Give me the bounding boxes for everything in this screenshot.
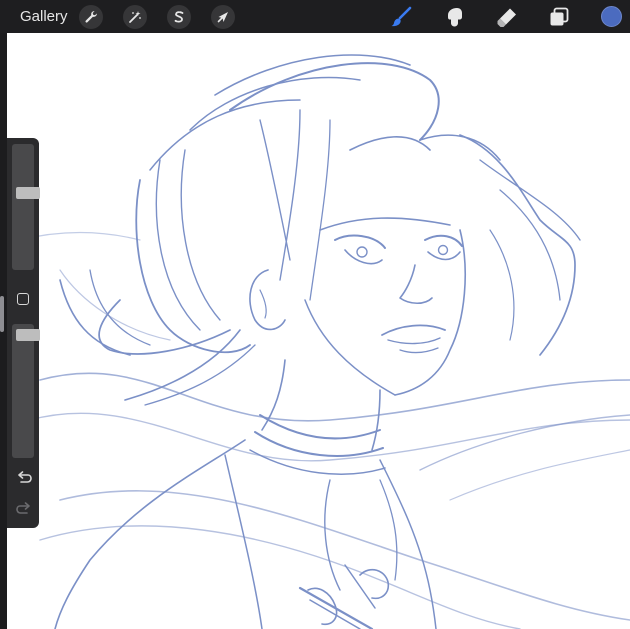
redo-arrow-icon — [16, 502, 30, 514]
drawing-canvas[interactable] — [0, 0, 630, 629]
sidebar-drag-handle[interactable] — [0, 296, 4, 332]
magic-wand-icon — [129, 11, 141, 23]
layers-button[interactable] — [547, 5, 571, 29]
gallery-button[interactable]: Gallery — [20, 7, 68, 26]
eraser-icon — [497, 8, 516, 27]
redo-button[interactable] — [16, 502, 32, 516]
wrench-icon — [85, 11, 97, 23]
square-modify-icon[interactable] — [17, 293, 29, 305]
brush-tool-button[interactable] — [389, 5, 413, 29]
eraser-tool-button[interactable] — [495, 5, 519, 29]
smudge-tool-button[interactable] — [443, 5, 467, 29]
brush-opacity-slider[interactable] — [12, 324, 40, 458]
layers-icon — [550, 7, 569, 26]
top-toolbar: Gallery — [0, 0, 630, 33]
arrow-cursor-icon — [217, 12, 228, 23]
color-picker-swatch[interactable] — [601, 6, 622, 27]
undo-arrow-icon — [18, 471, 32, 483]
brush-sidebar — [7, 138, 40, 528]
selection-button[interactable] — [167, 5, 191, 29]
sketch-artwork — [19, 54, 630, 629]
brush-icon — [391, 6, 412, 27]
smudge-icon — [448, 8, 462, 27]
brush-opacity-thumb[interactable] — [16, 329, 40, 341]
undo-button[interactable] — [16, 471, 32, 485]
selection-s-icon — [174, 11, 184, 23]
transform-button[interactable] — [211, 5, 235, 29]
brush-size-thumb[interactable] — [16, 187, 40, 199]
brush-size-slider[interactable] — [12, 144, 40, 270]
adjustments-button[interactable] — [123, 5, 147, 29]
actions-button[interactable] — [79, 5, 103, 29]
